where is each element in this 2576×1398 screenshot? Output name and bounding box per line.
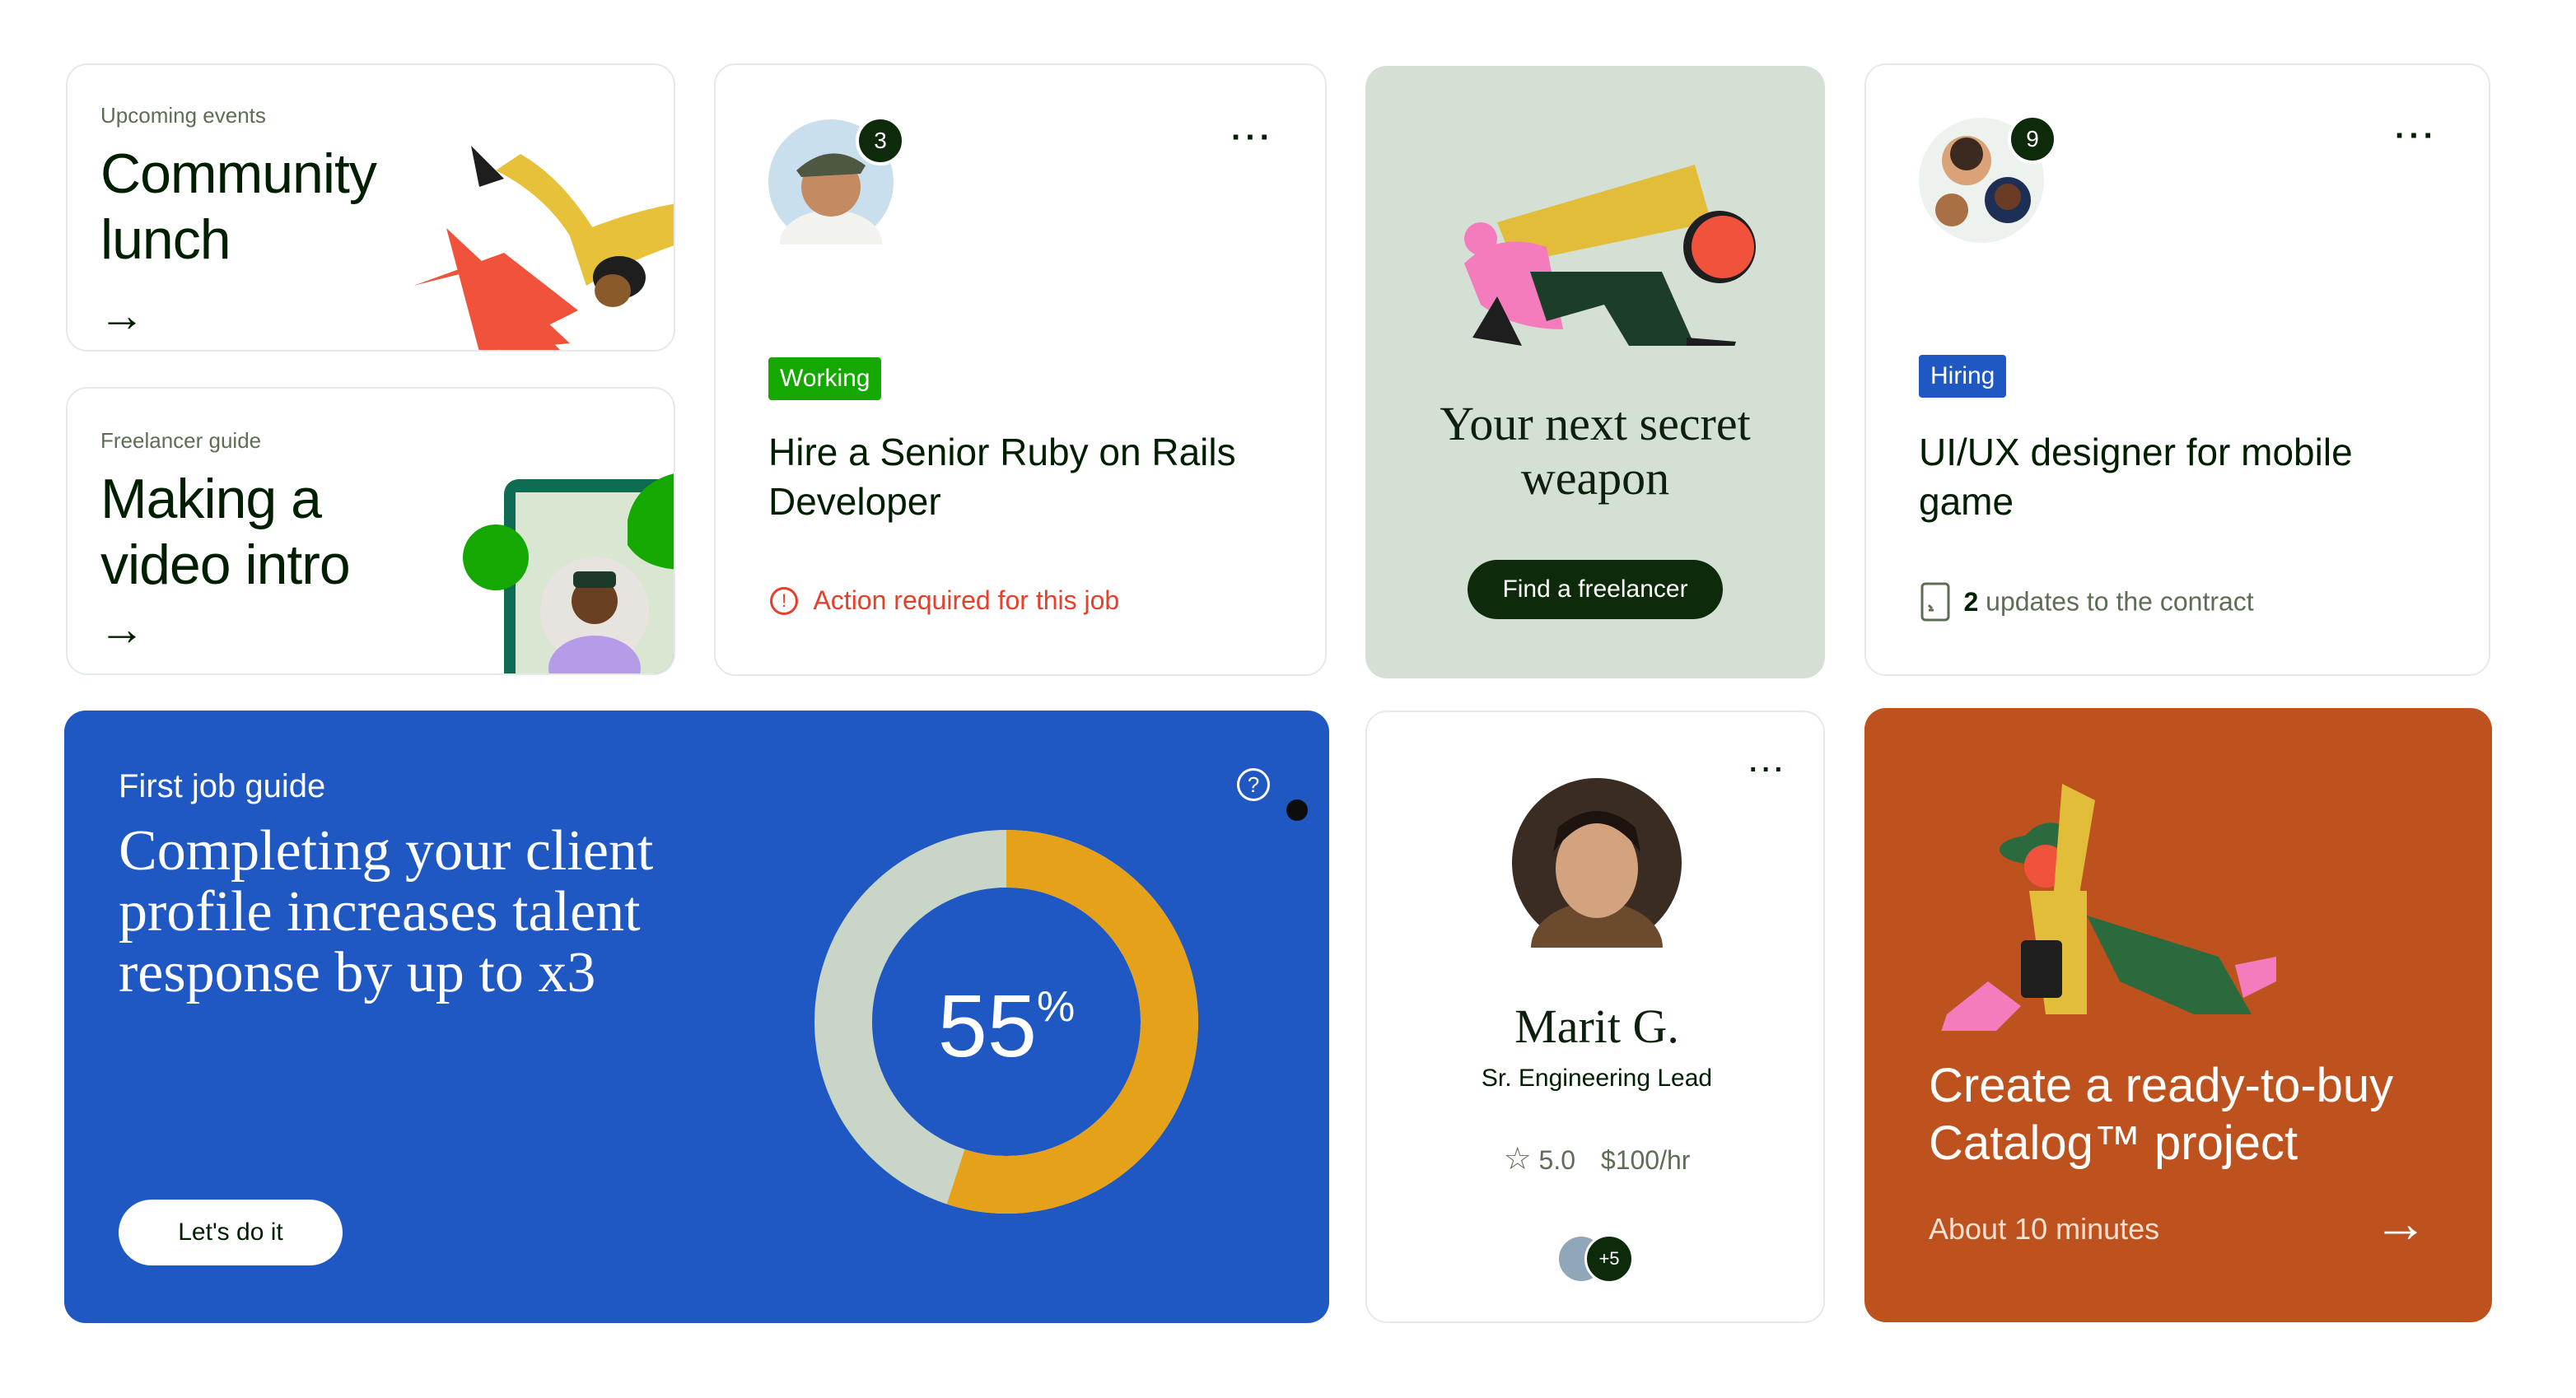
card-eyebrow: Upcoming events xyxy=(100,103,266,128)
rating-value: 5.0 xyxy=(1538,1145,1576,1175)
alert-circle-icon: ! xyxy=(770,586,798,615)
status-badge: Working xyxy=(768,357,882,400)
title-line-3: response by up to x3 xyxy=(119,941,596,1004)
community-lunch-card[interactable]: Upcoming events Community lunch → xyxy=(66,63,675,352)
progress-value: 55 xyxy=(937,976,1037,1075)
promo-title-line-2: weapon xyxy=(1520,451,1670,505)
more-options-icon[interactable]: ··· xyxy=(2395,119,2438,152)
status-badge: Hiring xyxy=(1919,355,2007,398)
arrow-right-icon[interactable]: → xyxy=(99,292,145,338)
card-title: Completing your client profile increases… xyxy=(119,821,653,1004)
cursor-dot xyxy=(1286,799,1308,821)
card-eyebrow: Freelancer guide xyxy=(100,428,262,453)
card-title: Community lunch xyxy=(100,141,377,273)
freelancer-guide-card[interactable]: Freelancer guide Making a video intro → xyxy=(66,387,675,675)
title-line-2: video intro xyxy=(100,534,351,596)
title-line-2: lunch xyxy=(100,208,231,271)
more-options-icon[interactable]: ··· xyxy=(1749,756,1787,784)
card-title: Making a video intro xyxy=(100,466,351,598)
job-card[interactable]: 3 ··· Working Hire a Senior Ruby on Rail… xyxy=(714,63,1327,676)
job-card[interactable]: 9 ··· Hiring UI/UX designer for mobile g… xyxy=(1864,63,2490,676)
talent-name[interactable]: Marit G. xyxy=(1367,999,1823,1054)
title-line-1: Completing your client xyxy=(119,819,654,883)
community-illustration xyxy=(413,146,674,350)
more-options-icon[interactable]: ··· xyxy=(1231,121,1274,154)
card-eyebrow: First job guide xyxy=(119,768,326,804)
find-freelancer-button[interactable]: Find a freelancer xyxy=(1468,560,1723,619)
promo-title-line-1: Your next secret xyxy=(1440,397,1751,450)
job-title[interactable]: UI/UX designer for mobile game xyxy=(1919,427,2353,526)
find-freelancer-promo: Your next secret weapon Find a freelance… xyxy=(1365,66,1825,678)
arrow-right-icon[interactable]: → xyxy=(2373,1194,2428,1251)
notification-count: 3 xyxy=(856,116,905,165)
talent-profile-card[interactable]: ··· Marit G. Sr. Engineering Lead ☆ 5.0 … xyxy=(1365,711,1825,1323)
alert-text: Action required for this job xyxy=(813,585,1120,615)
contract-document-icon xyxy=(1920,582,1950,622)
help-icon[interactable]: ? xyxy=(1237,768,1270,801)
title-line-1: Create a ready-to-buy xyxy=(1929,1059,2394,1112)
update-text: updates to the contract xyxy=(1978,586,2254,617)
job-title[interactable]: Hire a Senior Ruby on Rails Developer xyxy=(768,427,1236,526)
duration-text: About 10 minutes xyxy=(1929,1212,2160,1246)
job-title-line-2: game xyxy=(1919,480,2014,523)
title-line-2: profile increases talent xyxy=(119,880,641,944)
contract-updates-row[interactable]: 2 updates to the contract xyxy=(1920,582,2254,623)
job-title-line-2: Developer xyxy=(768,480,941,523)
rating-row: ☆ 5.0 $100/hr xyxy=(1367,1140,1823,1177)
notification-count: 9 xyxy=(2008,114,2057,164)
title-line-1: Making a xyxy=(100,468,322,530)
talent-role: Sr. Engineering Lead xyxy=(1481,1065,1713,1092)
title-line-2: Catalog™ project xyxy=(1929,1116,2298,1170)
lets-do-it-button[interactable]: Let's do it xyxy=(119,1200,343,1265)
video-intro-illustration xyxy=(463,473,674,673)
card-title: Create a ready-to-buy Catalog™ project xyxy=(1929,1057,2393,1172)
star-icon: ☆ xyxy=(1503,1142,1532,1177)
hourly-rate: $100/hr xyxy=(1600,1145,1691,1175)
first-job-guide-card: First job guide Completing your client p… xyxy=(64,711,1329,1323)
alert-row[interactable]: ! Action required for this job xyxy=(770,585,1119,622)
update-count: 2 xyxy=(1963,586,1979,617)
catalog-project-card[interactable]: Create a ready-to-buy Catalog™ project A… xyxy=(1864,708,2492,1322)
more-members-count: +5 xyxy=(1584,1234,1634,1284)
telescope-illustration xyxy=(1464,165,1756,346)
job-title-line-1: Hire a Senior Ruby on Rails xyxy=(768,431,1236,473)
job-title-line-1: UI/UX designer for mobile xyxy=(1919,431,2353,473)
title-line-1: Community xyxy=(100,142,377,205)
catalog-illustration xyxy=(1941,784,2276,1031)
progress-readout: 55% xyxy=(891,974,1122,1077)
arrow-right-icon[interactable]: → xyxy=(99,606,145,652)
team-avatars[interactable]: +5 xyxy=(1556,1233,1639,1284)
progress-unit: % xyxy=(1036,983,1076,1031)
promo-title: Your next secret weapon xyxy=(1365,397,1825,506)
avatar xyxy=(1512,778,1682,948)
